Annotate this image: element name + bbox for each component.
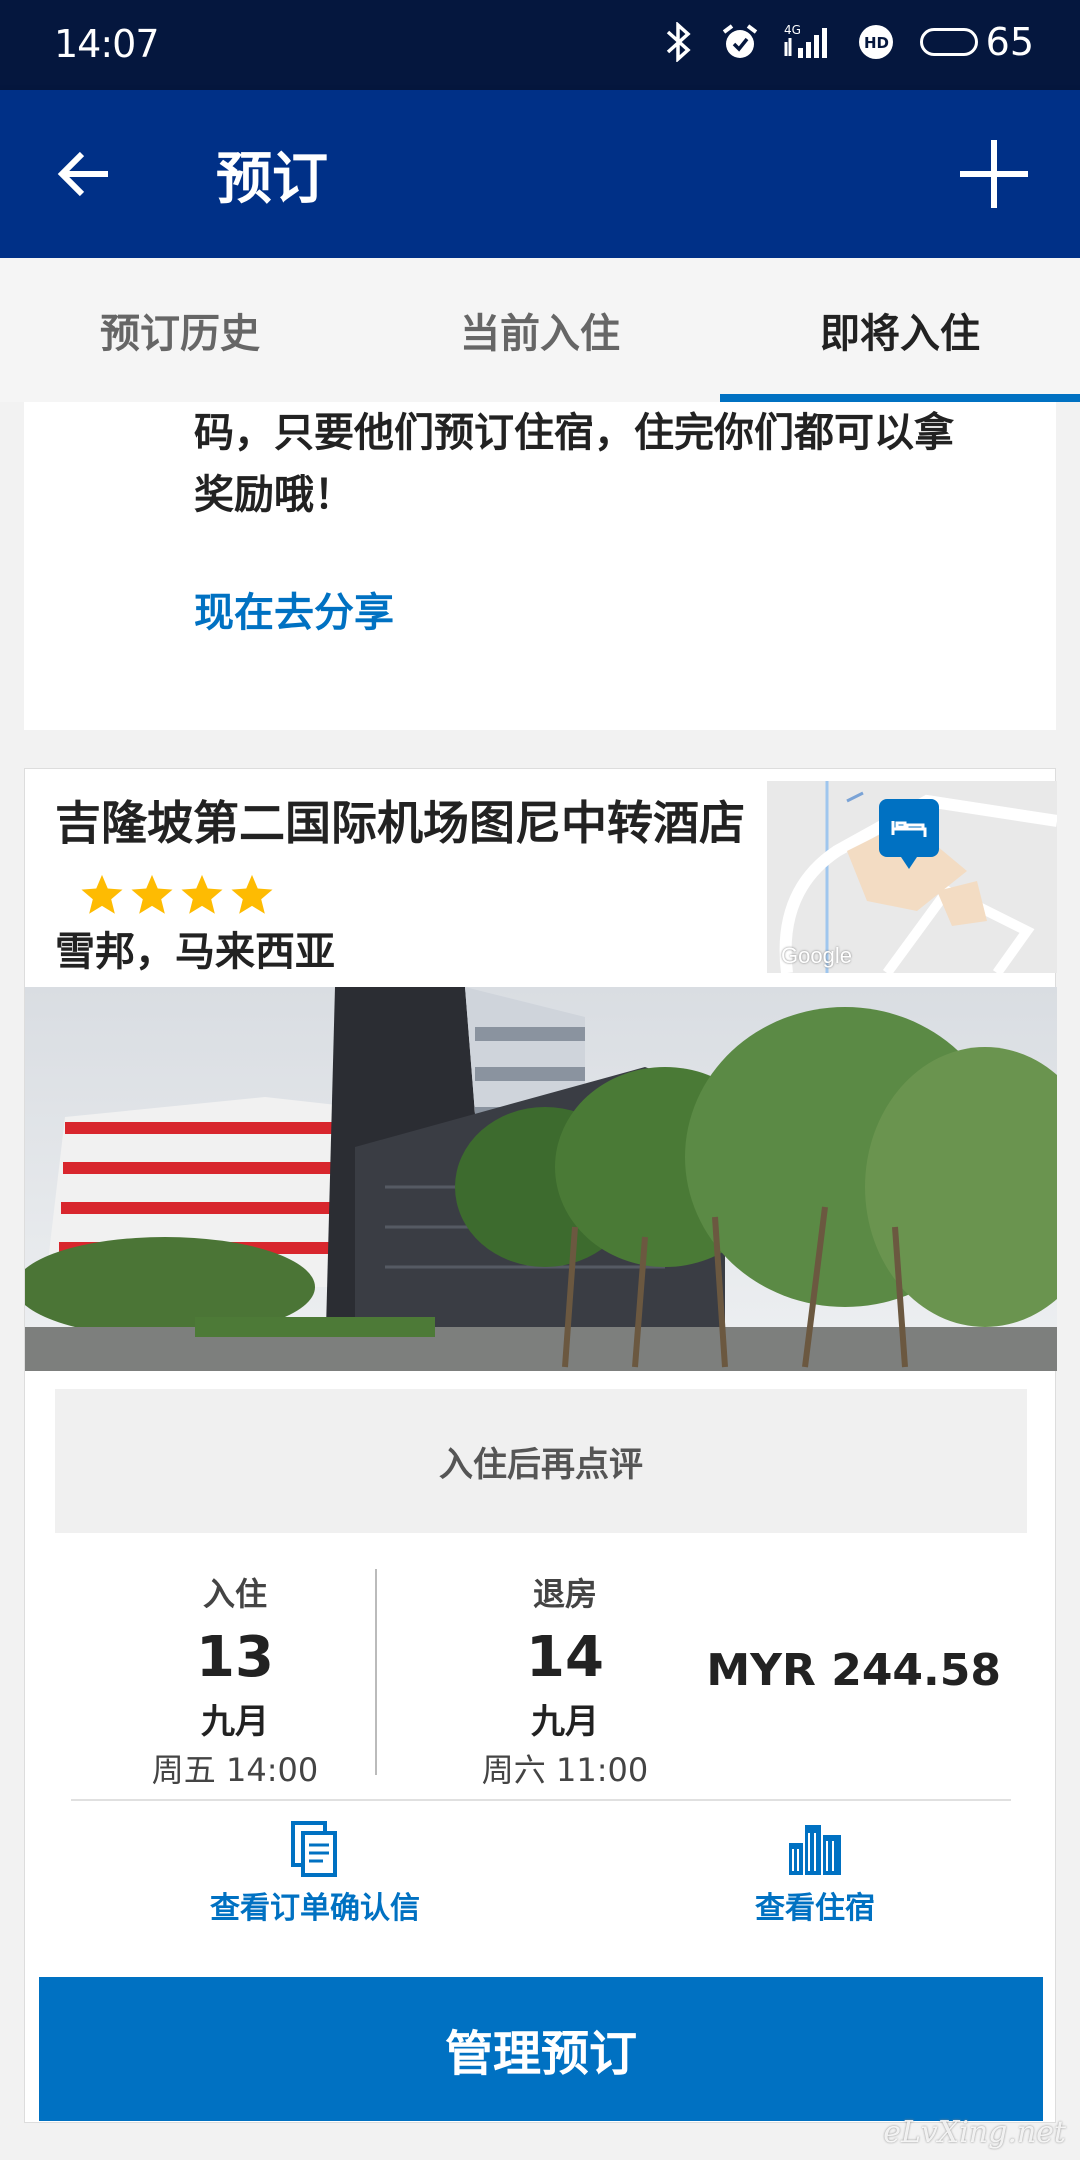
bluetooth-icon	[662, 22, 696, 62]
hotel-location: 雪邦，马来西亚	[55, 929, 335, 975]
hotel-name-text: 吉隆坡第二国际机场图尼中转酒店	[55, 796, 745, 850]
map-thumbnail[interactable]: Google	[767, 781, 1057, 973]
buildings-icon	[789, 1825, 841, 1875]
hotel-name[interactable]: 吉隆坡第二国际机场图尼中转酒店	[55, 789, 745, 925]
hd-icon: HD	[856, 22, 896, 62]
stay-dates: 入住 13 九月 周五 14:00 退房 14 九月 周六 11:00 MYR …	[25, 1569, 1057, 1789]
star-icon	[81, 874, 123, 914]
checkout-time: 周六 11:00	[481, 1751, 649, 1789]
alarm-icon	[720, 22, 760, 62]
tab-bar: 预订历史 当前入住 即将入住	[0, 258, 1080, 402]
star-icon	[231, 874, 273, 914]
svg-text:HD: HD	[864, 34, 889, 52]
view-confirmation-button[interactable]: 查看订单确认信	[165, 1819, 465, 1927]
signal-icon: 4G	[784, 22, 832, 62]
document-copy-icon	[291, 1821, 337, 1877]
checkout-block: 退房 14 九月 周六 11:00	[415, 1569, 715, 1791]
battery-icon	[919, 28, 978, 56]
view-confirmation-label: 查看订单确认信	[210, 1891, 420, 1926]
review-after-stay-note: 入住后再点评	[55, 1389, 1027, 1533]
checkout-month: 九月	[531, 1702, 599, 1742]
star-rating	[79, 872, 275, 918]
status-time: 14:07	[54, 22, 160, 66]
view-property-button[interactable]: 查看住宿	[665, 1819, 965, 1927]
hotel-photo[interactable]	[25, 987, 1057, 1371]
back-button[interactable]	[54, 142, 118, 206]
active-tab-indicator	[720, 394, 1080, 402]
tab-current-stay[interactable]: 当前入住	[360, 258, 720, 402]
status-icons: 4G HD 65	[662, 20, 1034, 64]
checkout-day: 14	[526, 1625, 604, 1690]
tab-booking-history[interactable]: 预订历史	[0, 258, 360, 402]
tab-upcoming-stay[interactable]: 即将入住	[720, 258, 1080, 402]
network-label: 4G	[784, 23, 801, 37]
checkout-label: 退房	[532, 1575, 597, 1613]
total-price: MYR 244.58	[706, 1645, 1001, 1696]
battery-level: 65	[985, 20, 1034, 64]
app-bar: 预订	[0, 90, 1080, 258]
booking-card: 吉隆坡第二国际机场图尼中转酒店 雪邦，马来西亚 Google 入住后再点评 入住…	[24, 768, 1057, 2123]
share-referral-card: 码，只要他们预订住宿，住完你们都可以拿奖励哦！ 现在去分享	[24, 402, 1056, 730]
plus-icon	[960, 140, 1028, 208]
add-booking-button[interactable]	[954, 134, 1034, 214]
map-attribution: Google	[781, 943, 852, 968]
checkin-month: 九月	[201, 1702, 269, 1742]
manage-booking-button[interactable]: 管理预订	[39, 1977, 1043, 2121]
date-divider	[375, 1569, 377, 1775]
checkin-label: 入住	[202, 1575, 267, 1613]
status-bar: 14:07 4G HD 65	[0, 0, 1080, 90]
arrow-left-icon	[57, 151, 108, 197]
checkin-time: 周五 14:00	[151, 1751, 319, 1789]
checkin-day: 13	[196, 1625, 274, 1690]
hotel-pin-icon	[879, 799, 939, 869]
view-property-label: 查看住宿	[755, 1891, 875, 1926]
watermark: eLvXing.net	[883, 2115, 1066, 2150]
divider	[71, 1799, 1011, 1801]
page-title: 预订	[216, 147, 328, 212]
share-description: 码，只要他们预订住宿，住完你们都可以拿奖励哦！	[194, 410, 954, 518]
share-now-link[interactable]: 现在去分享	[194, 580, 394, 638]
battery-indicator: 65	[919, 20, 1034, 64]
star-icon	[131, 874, 173, 914]
star-icon	[181, 874, 223, 914]
checkin-block: 入住 13 九月 周五 14:00	[85, 1569, 385, 1791]
